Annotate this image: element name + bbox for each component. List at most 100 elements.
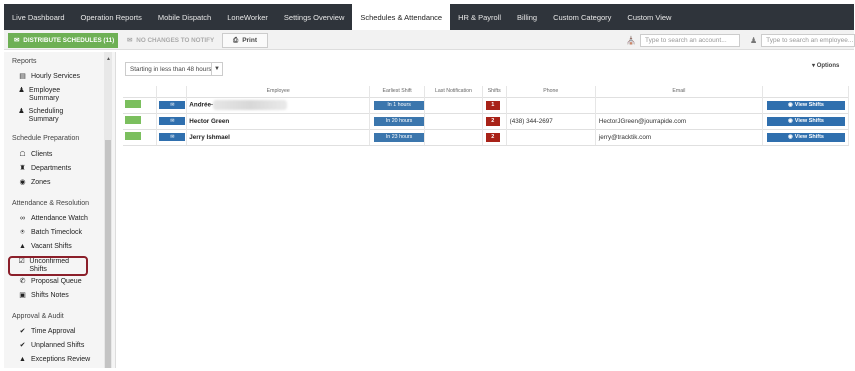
view-shifts-button[interactable]: ◉ View Shifts: [766, 100, 845, 110]
sidebar-item-clients[interactable]: ☖ Clients: [18, 151, 52, 159]
notify-email-button[interactable]: ✉: [159, 117, 186, 125]
sidebar-item-label: Scheduling Summary: [28, 108, 64, 123]
shifts-count-badge: 2: [485, 116, 500, 126]
notify-email-button[interactable]: ✉: [159, 133, 186, 141]
sidebar-item-time-approval[interactable]: ✔ Time Approval: [18, 328, 76, 336]
warning-icon: ▲: [19, 356, 26, 363]
view-shifts-button[interactable]: ◉ View Shifts: [766, 116, 845, 126]
sidebar-item-zones[interactable]: ◉ Zones: [18, 179, 50, 187]
sidebar-item-exceptions-review[interactable]: ▲ Exceptions Review: [18, 356, 90, 364]
confirm-checkbox[interactable]: [125, 100, 141, 108]
sidebar-item-vacant-shifts[interactable]: ▲ Vacant Shifts: [18, 243, 72, 251]
building-icon: ♜: [19, 165, 26, 172]
person-icon: ♟: [750, 35, 758, 45]
view-shifts-button[interactable]: ◉ View Shifts: [766, 132, 845, 142]
sidebar-item-label: Time Approval: [31, 328, 76, 335]
distribute-schedules-button[interactable]: ✉ DISTRIBUTE SCHEDULES (11): [8, 33, 118, 48]
unconfirmed-shifts-highlight: [8, 256, 88, 276]
table-row: ✉ Jerry Ishmael In 23 hours 2 jerry@trac…: [123, 128, 850, 146]
phone: (438) 344-2697: [506, 112, 596, 129]
email: jerry@tracktik.com: [595, 128, 763, 146]
eye-icon: ◉: [787, 134, 793, 140]
redacted-name: [213, 100, 288, 110]
sidebar-item-unplanned-shifts[interactable]: ✔ Unplanned Shifts: [18, 342, 85, 350]
sidebar-item-label: Attendance Watch: [31, 215, 88, 222]
employee-name: Andrée-: [189, 101, 214, 109]
tab-billing[interactable]: Billing: [509, 4, 545, 30]
email: [595, 96, 763, 113]
employee-search: ♟: [750, 33, 855, 47]
phone: [506, 96, 596, 113]
tab-hr-payroll[interactable]: HR & Payroll: [450, 4, 509, 30]
sidebar-item-label: Exceptions Review: [31, 356, 91, 363]
tab-schedules-attendance[interactable]: Schedules & Attendance: [352, 4, 451, 30]
print-label: Print: [242, 37, 257, 44]
sidebar-item-label: Departments: [31, 165, 72, 172]
last-notification: [424, 96, 483, 113]
employee-name: Jerry Ishmael: [186, 128, 371, 146]
sidebar-item-label: Shifts Notes: [31, 292, 69, 299]
binoculars-icon: ◉: [19, 179, 26, 186]
sidebar-item-label: Proposal Queue: [31, 278, 82, 285]
timeclock-icon: ⍟: [20, 229, 25, 236]
sidebar-scroll-thumb[interactable]: [105, 140, 111, 368]
employee-search-input[interactable]: [761, 33, 855, 47]
send-icon: ✉: [14, 37, 20, 44]
col-confirm: [123, 86, 158, 97]
col-last-notification: Last Notification: [424, 86, 483, 97]
no-changes-label: NO CHANGES TO NOTIFY: [136, 37, 215, 44]
earliest-shift-badge: In 23 hours: [374, 132, 425, 142]
col-email: Email: [595, 86, 763, 97]
no-changes-button[interactable]: ✉ NO CHANGES TO NOTIFY: [127, 33, 214, 48]
sidebar-item-label: Zones: [31, 179, 51, 186]
sidebar-item-shifts-notes[interactable]: ▣ Shifts Notes: [18, 292, 69, 300]
view-shifts-label: View Shifts: [794, 102, 824, 108]
envelope-icon: ✉: [127, 37, 133, 44]
sidebar-item-hourly-services[interactable]: ▤ Hourly Services: [18, 73, 80, 81]
options-label: Options: [816, 63, 840, 69]
section-reports: Reports: [12, 58, 37, 65]
tab-custom-category[interactable]: Custom Category: [545, 4, 619, 30]
tab-live-dashboard[interactable]: Live Dashboard: [4, 4, 73, 30]
sidebar-item-employee-summary[interactable]: ♟ Employee Summary: [18, 87, 78, 103]
table-header: Employee Earliest Shift Last Notificatio…: [123, 86, 850, 97]
account-search-input[interactable]: [639, 33, 740, 47]
sidebar-item-label: Employee Summary: [29, 87, 61, 102]
sidebar-item-departments[interactable]: ♜ Departments: [18, 165, 71, 173]
tab-loneworker[interactable]: LoneWorker: [219, 4, 276, 30]
col-employee: Employee: [186, 86, 371, 97]
col-notify: [156, 86, 188, 97]
document-icon: ▤: [19, 73, 26, 80]
print-button[interactable]: ⎙ Print: [222, 33, 268, 48]
scroll-up-arrow-icon[interactable]: ▲: [106, 56, 111, 62]
top-navigation: Live Dashboard Operation Reports Mobile …: [4, 4, 854, 30]
section-approval-audit: Approval & Audit: [12, 313, 64, 320]
confirm-checkbox[interactable]: [125, 132, 141, 140]
time-filter-select[interactable]: Starting in less than 48 hours ▼: [125, 62, 223, 76]
sidebar-item-proposal-queue[interactable]: ✆ Proposal Queue: [18, 278, 82, 286]
warning-icon: ▲: [19, 243, 26, 250]
col-earliest-shift: Earliest Shift: [369, 86, 426, 97]
eye-icon: ◉: [787, 102, 793, 108]
employee-name: Hector Green: [186, 112, 371, 129]
sidebar-item-label: Vacant Shifts: [31, 243, 72, 250]
section-attendance-resolution: Attendance & Resolution: [12, 200, 90, 207]
options-button[interactable]: ▾ Options: [812, 62, 839, 69]
tab-mobile-dispatch[interactable]: Mobile Dispatch: [150, 4, 219, 30]
printer-icon: ⎙: [232, 36, 239, 44]
tab-operation-reports[interactable]: Operation Reports: [73, 4, 150, 30]
sidebar-item-label: Batch Timeclock: [31, 229, 82, 236]
col-shifts: Shifts: [482, 86, 507, 97]
sidebar-item-scheduling-summary[interactable]: ♟ Scheduling Summary: [18, 108, 78, 124]
notify-email-button[interactable]: ✉: [159, 101, 186, 109]
sidebar-item-batch-timeclock[interactable]: ⍟ Batch Timeclock: [18, 229, 82, 237]
tab-settings-overview[interactable]: Settings Overview: [276, 4, 352, 30]
col-phone: Phone: [506, 86, 596, 97]
confirm-checkbox[interactable]: [125, 116, 141, 124]
earliest-shift-badge: In 1 hours: [374, 100, 425, 110]
account-search: ⛪: [626, 33, 740, 47]
tab-custom-view[interactable]: Custom View: [619, 4, 679, 30]
check-icon: ✔: [19, 342, 26, 349]
sidebar-item-attendance-watch[interactable]: ∞ Attendance Watch: [18, 215, 88, 223]
last-notification: [424, 112, 483, 129]
